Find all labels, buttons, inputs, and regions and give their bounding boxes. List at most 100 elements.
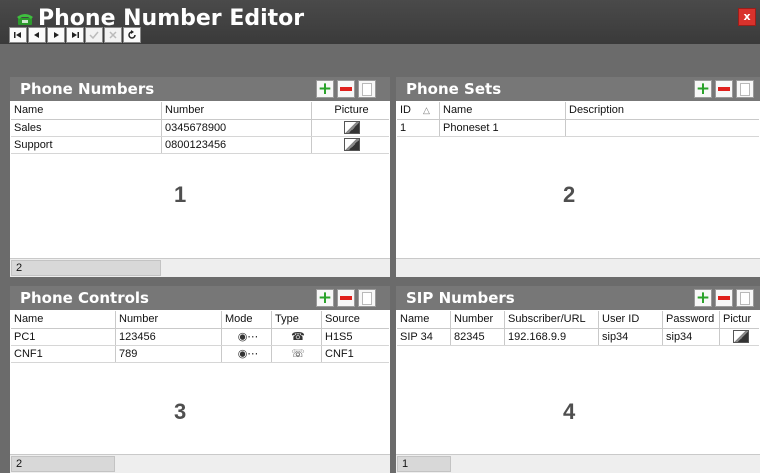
phone-numbers-footer: 2 (10, 258, 390, 277)
column-header[interactable]: Number (116, 311, 222, 328)
grid-header: ID △ Name Description (397, 102, 759, 120)
add-phone-set-button[interactable]: + (694, 80, 712, 98)
name-cell[interactable]: SIP 34 (397, 329, 451, 345)
table-row[interactable]: PC1 123456 ◉⋯ ☎ H1S5 (11, 329, 389, 346)
last-record-button[interactable] (66, 27, 84, 43)
column-header[interactable]: Type (272, 311, 322, 328)
column-header[interactable]: Name (11, 311, 116, 328)
edit-phone-set-button[interactable] (736, 80, 754, 98)
number-cell[interactable]: 789 (116, 346, 222, 362)
refresh-button[interactable] (123, 27, 141, 43)
phone-sets-header: Phone Sets + (396, 77, 760, 101)
column-header[interactable]: User ID (599, 311, 663, 328)
picture-cell[interactable] (312, 120, 388, 136)
first-icon (14, 32, 21, 38)
name-cell[interactable]: Support (11, 137, 162, 153)
minus-icon (340, 87, 352, 91)
sip-numbers-toolbar: + (694, 289, 754, 307)
sip-numbers-footer: 1 (396, 454, 760, 473)
source-cell[interactable]: H1S5 (322, 329, 388, 345)
source-cell[interactable]: CNF1 (322, 346, 388, 362)
column-header[interactable]: ID △ (397, 102, 440, 119)
add-phone-number-button[interactable]: + (316, 80, 334, 98)
plus-icon: + (695, 78, 711, 99)
delete-phone-control-button[interactable] (337, 289, 355, 307)
name-cell[interactable]: CNF1 (11, 346, 116, 362)
description-cell[interactable] (566, 120, 759, 136)
mode-icon[interactable]: ◉⋯ (222, 329, 272, 345)
first-record-button[interactable] (9, 27, 27, 43)
phone-controls-grid[interactable]: Name Number Mode Type Source PC1 123456 … (11, 311, 389, 363)
phone-numbers-toolbar: + (316, 80, 376, 98)
cancel-icon (109, 31, 117, 39)
record-count: 2 (11, 260, 161, 276)
record-navigator (9, 27, 141, 43)
column-header[interactable]: Name (11, 102, 162, 119)
table-row[interactable]: Sales 0345678900 (11, 120, 389, 137)
prior-icon (34, 32, 39, 38)
number-cell[interactable]: 82345 (451, 329, 505, 345)
id-cell[interactable]: 1 (397, 120, 440, 136)
password-cell[interactable]: sip34 (663, 329, 720, 345)
table-row[interactable]: SIP 34 82345 192.168.9.9 sip34 sip34 (397, 329, 759, 346)
column-header[interactable]: Name (440, 102, 566, 119)
add-phone-control-button[interactable]: + (316, 289, 334, 307)
delete-phone-set-button[interactable] (715, 80, 733, 98)
add-sip-number-button[interactable]: + (694, 289, 712, 307)
cancel-button[interactable] (104, 27, 122, 43)
phone-numbers-panel: Phone Numbers + Name Number Picture Sale… (10, 77, 390, 277)
plus-icon: + (317, 287, 333, 308)
phone-controls-title: Phone Controls (20, 289, 149, 307)
delete-sip-number-button[interactable] (715, 289, 733, 307)
column-header[interactable]: Number (162, 102, 312, 119)
column-header[interactable]: Description (566, 102, 759, 119)
column-header[interactable]: Name (397, 311, 451, 328)
phone-sets-grid[interactable]: ID △ Name Description 1 Phoneset 1 (397, 102, 759, 137)
sort-ascending-icon: △ (423, 105, 430, 115)
table-row[interactable]: CNF1 789 ◉⋯ ☏ CNF1 (11, 346, 389, 363)
sip-numbers-header: SIP Numbers + (396, 286, 760, 310)
conference-type-icon[interactable]: ☏ (272, 346, 322, 362)
table-row[interactable]: Support 0800123456 (11, 137, 389, 154)
mode-icon[interactable]: ◉⋯ (222, 346, 272, 362)
sip-numbers-title: SIP Numbers (406, 289, 515, 307)
grid-header: Name Number Mode Type Source (11, 311, 389, 329)
name-cell[interactable]: Sales (11, 120, 162, 136)
close-button[interactable]: x (738, 8, 756, 26)
edit-phone-control-button[interactable] (358, 289, 376, 307)
user-id-cell[interactable]: sip34 (599, 329, 663, 345)
sip-numbers-panel: SIP Numbers + Name Number Subscriber/URL… (396, 286, 760, 473)
column-header[interactable]: Password (663, 311, 720, 328)
phone-numbers-grid[interactable]: Name Number Picture Sales 0345678900 Sup… (11, 102, 389, 154)
number-cell[interactable]: 123456 (116, 329, 222, 345)
phone-type-icon[interactable]: ☎ (272, 329, 322, 345)
name-cell[interactable]: PC1 (11, 329, 116, 345)
document-icon (362, 291, 372, 305)
column-header[interactable]: Subscriber/URL (505, 311, 599, 328)
table-row[interactable]: 1 Phoneset 1 (397, 120, 759, 137)
url-cell[interactable]: 192.168.9.9 (505, 329, 599, 345)
column-header[interactable]: Mode (222, 311, 272, 328)
number-cell[interactable]: 0345678900 (162, 120, 312, 136)
sip-numbers-grid[interactable]: Name Number Subscriber/URL User ID Passw… (397, 311, 759, 346)
picture-cell[interactable] (720, 329, 759, 345)
column-header[interactable]: Pictur (720, 311, 759, 328)
phone-controls-panel: Phone Controls + Name Number Mode Type S… (10, 286, 390, 473)
prior-record-button[interactable] (28, 27, 46, 43)
column-header[interactable]: Picture (312, 102, 388, 119)
edit-sip-number-button[interactable] (736, 289, 754, 307)
post-button[interactable] (85, 27, 103, 43)
number-cell[interactable]: 0800123456 (162, 137, 312, 153)
edit-phone-number-button[interactable] (358, 80, 376, 98)
next-record-button[interactable] (47, 27, 65, 43)
phone-numbers-header: Phone Numbers + (10, 77, 390, 101)
column-header[interactable]: Number (451, 311, 505, 328)
column-header[interactable]: Source (322, 311, 388, 328)
plus-icon: + (317, 78, 333, 99)
delete-phone-number-button[interactable] (337, 80, 355, 98)
picture-icon (733, 329, 749, 343)
picture-cell[interactable] (312, 137, 388, 153)
name-cell[interactable]: Phoneset 1 (440, 120, 566, 136)
picture-icon (343, 137, 360, 151)
minus-icon (718, 296, 730, 300)
